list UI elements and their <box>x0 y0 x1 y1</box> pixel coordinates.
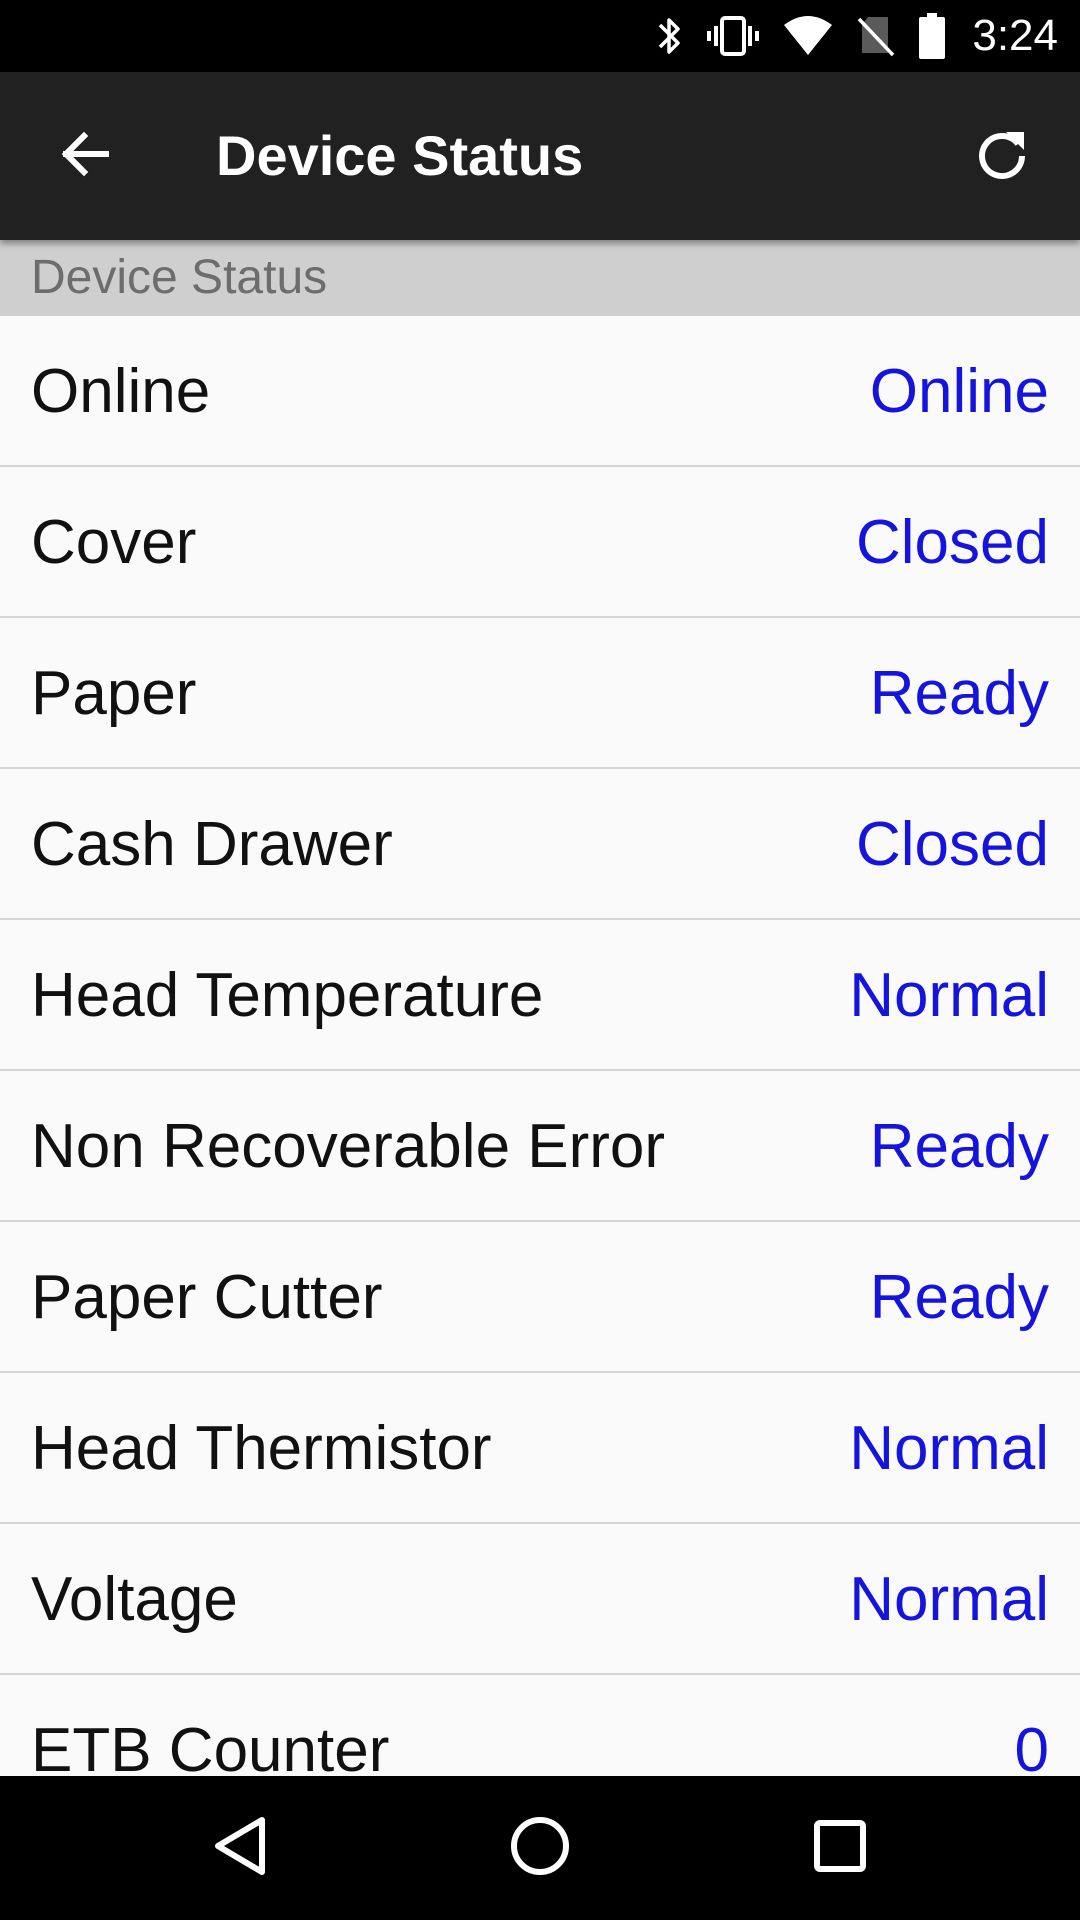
navigation-bar <box>0 1776 1080 1920</box>
row-value: Normal <box>849 1565 1049 1634</box>
vibrate-icon <box>706 13 760 59</box>
row-value: Ready <box>869 1263 1049 1332</box>
section-header-label: Device Status <box>31 251 328 304</box>
status-row-cover[interactable]: Cover Closed <box>0 467 1080 618</box>
bluetooth-icon <box>654 13 684 59</box>
status-row-non-recoverable-error[interactable]: Non Recoverable Error Ready <box>0 1071 1080 1222</box>
status-list: Online Online Cover Closed Paper Ready C… <box>0 316 1080 1776</box>
row-label: Paper Cutter <box>31 1263 383 1332</box>
row-value: Ready <box>869 659 1049 728</box>
row-label: Cover <box>31 508 197 577</box>
row-label: Head Thermistor <box>31 1414 492 1483</box>
nav-home-button[interactable] <box>490 1798 590 1898</box>
row-value: Closed <box>856 810 1049 879</box>
app-bar: Device Status <box>0 72 1080 240</box>
row-value: Normal <box>849 961 1049 1030</box>
row-value: Normal <box>849 1414 1049 1483</box>
row-label: ETB Counter <box>31 1716 390 1776</box>
row-label: Cash Drawer <box>31 810 393 879</box>
row-label: Paper <box>31 659 197 728</box>
battery-icon <box>918 12 946 60</box>
status-row-online[interactable]: Online Online <box>0 316 1080 467</box>
row-value: Ready <box>869 1112 1049 1181</box>
refresh-button[interactable] <box>958 112 1046 200</box>
status-row-head-thermistor[interactable]: Head Thermistor Normal <box>0 1373 1080 1524</box>
status-icons: 3:24 <box>654 0 1058 72</box>
refresh-icon <box>974 126 1030 187</box>
row-label: Online <box>31 357 211 426</box>
status-row-paper-cutter[interactable]: Paper Cutter Ready <box>0 1222 1080 1373</box>
row-label: Voltage <box>31 1565 238 1634</box>
wifi-icon <box>782 13 834 59</box>
status-row-etb-counter[interactable]: ETB Counter 0 <box>0 1675 1080 1776</box>
status-row-voltage[interactable]: Voltage Normal <box>0 1524 1080 1675</box>
row-value: 0 <box>1014 1716 1049 1776</box>
nav-home-icon <box>508 1814 572 1883</box>
arrow-back-icon <box>56 126 112 187</box>
no-sim-icon <box>856 13 896 59</box>
row-value: Closed <box>856 508 1049 577</box>
status-row-paper[interactable]: Paper Ready <box>0 618 1080 769</box>
page-title: Device Status <box>216 124 584 187</box>
nav-recents-button[interactable] <box>790 1798 890 1898</box>
section-header: Device Status <box>0 240 1080 316</box>
row-label: Non Recoverable Error <box>31 1112 666 1181</box>
nav-back-button[interactable] <box>190 1798 290 1898</box>
row-label: Head Temperature <box>31 961 544 1030</box>
status-time: 3:24 <box>972 11 1058 60</box>
row-value: Online <box>869 357 1049 426</box>
status-bar: 3:24 <box>0 0 1080 72</box>
status-row-cash-drawer[interactable]: Cash Drawer Closed <box>0 769 1080 920</box>
device-status-screen: 3:24 Device Status Device Status Online … <box>0 0 1080 1920</box>
back-button[interactable] <box>40 112 128 200</box>
status-row-head-temperature[interactable]: Head Temperature Normal <box>0 920 1080 1071</box>
nav-back-icon <box>210 1814 270 1883</box>
nav-recents-icon <box>810 1816 870 1881</box>
